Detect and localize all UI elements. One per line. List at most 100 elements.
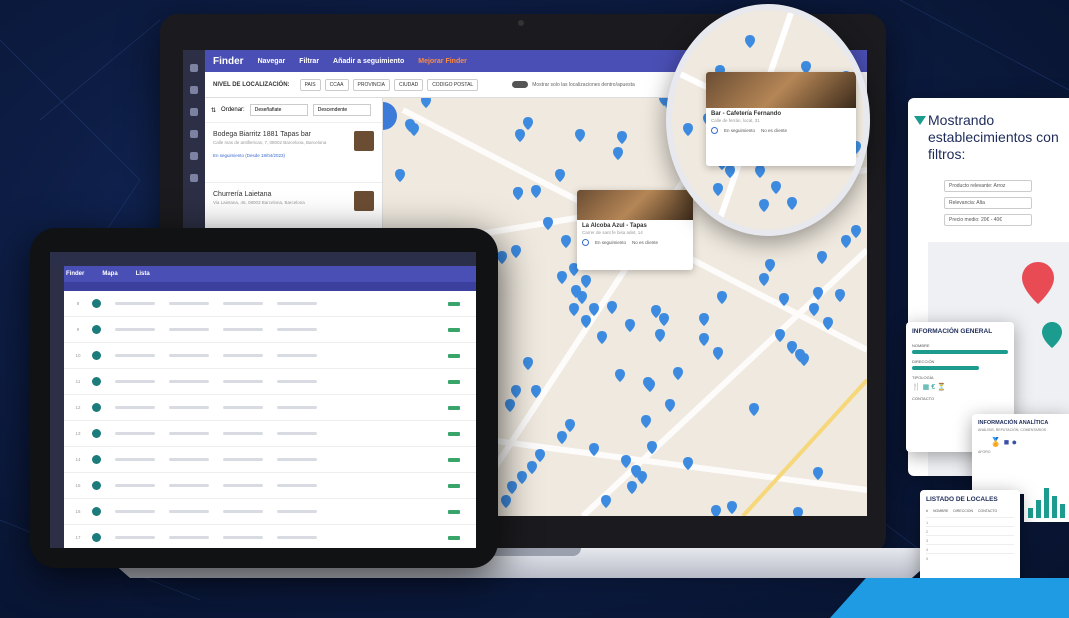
table-row[interactable]: 16 bbox=[64, 499, 476, 525]
tab-mapa[interactable]: Mapa bbox=[102, 271, 117, 277]
map-pin-icon[interactable] bbox=[615, 369, 625, 382]
map-pin-icon[interactable] bbox=[597, 331, 607, 344]
place-popup[interactable]: Bar - Cafetería Fernando Calle de ferrán… bbox=[706, 72, 856, 166]
popup-footer: En seguimiento No es cliente bbox=[706, 124, 856, 137]
tablet-topbar bbox=[50, 252, 476, 266]
nav-mejorar[interactable]: Mejorar Finder bbox=[418, 58, 467, 65]
map-pin-icon[interactable] bbox=[665, 399, 675, 412]
map-pin-icon[interactable] bbox=[655, 329, 665, 342]
level-provincia[interactable]: PROVINCIA bbox=[352, 78, 391, 91]
level-ciudad[interactable]: CIUDAD bbox=[394, 78, 424, 91]
map-pin-icon[interactable] bbox=[531, 185, 541, 198]
map-pin-icon[interactable] bbox=[641, 415, 651, 428]
map-pin-icon[interactable] bbox=[581, 275, 591, 288]
map-pin-icon[interactable] bbox=[501, 495, 511, 508]
table-row[interactable]: 15 bbox=[64, 473, 476, 499]
map-pin-icon[interactable] bbox=[543, 217, 553, 230]
map-pin-icon[interactable] bbox=[575, 129, 585, 142]
map-pin-icon[interactable] bbox=[759, 273, 769, 286]
map-pin-icon[interactable] bbox=[765, 259, 775, 272]
filter-select[interactable]: Precio medio: 20€ - 40€ bbox=[944, 214, 1032, 226]
map-pin-icon[interactable] bbox=[511, 385, 521, 398]
map-pin-icon[interactable] bbox=[395, 169, 405, 182]
map-pin-icon[interactable] bbox=[787, 197, 797, 210]
map-pin-icon[interactable] bbox=[745, 35, 755, 48]
order-dir-select[interactable]: Descendente bbox=[312, 104, 371, 116]
map-pin-icon[interactable] bbox=[523, 357, 533, 370]
map-pin-icon[interactable] bbox=[817, 251, 827, 264]
map-pin-icon[interactable] bbox=[711, 505, 721, 516]
list-item[interactable]: Bodega Biarritz 1881 Tapas bar Calle mas… bbox=[205, 123, 382, 183]
popup-client[interactable]: No es cliente bbox=[632, 240, 658, 245]
map-pin-icon[interactable] bbox=[515, 129, 525, 142]
map-pin-icon[interactable] bbox=[511, 245, 521, 258]
map-pin-icon[interactable] bbox=[813, 467, 823, 480]
nav-filtrar[interactable]: Filtrar bbox=[299, 58, 319, 65]
map-pin-icon[interactable] bbox=[617, 131, 627, 144]
map-pin-icon[interactable] bbox=[527, 461, 537, 474]
map-pin-icon[interactable] bbox=[749, 403, 759, 416]
map-pin-icon[interactable] bbox=[409, 123, 419, 136]
map-pin-icon[interactable] bbox=[621, 455, 631, 468]
order-by-select[interactable]: Deseñafiate bbox=[249, 104, 308, 116]
map-pin-icon[interactable] bbox=[835, 289, 845, 302]
map-pin-icon[interactable] bbox=[673, 367, 683, 380]
map-pin-icon[interactable] bbox=[535, 449, 545, 462]
map-pin-icon[interactable] bbox=[607, 301, 617, 314]
level-ccaa[interactable]: CCAA bbox=[324, 78, 349, 91]
map-toggle[interactable] bbox=[512, 81, 529, 88]
map-pin-icon[interactable] bbox=[569, 303, 579, 316]
table-row[interactable]: 11 bbox=[64, 369, 476, 395]
tab-lista[interactable]: Lista bbox=[136, 271, 150, 277]
filter-select[interactable]: Producto relevante: Arroz bbox=[944, 180, 1032, 192]
nav-seguimiento[interactable]: Añadir a seguimiento bbox=[333, 58, 404, 65]
map-pin-icon[interactable] bbox=[505, 399, 515, 412]
info-analitica-title: INFORMACIÓN ANALÍTICA bbox=[978, 420, 1049, 426]
table-row[interactable]: 8 bbox=[64, 291, 476, 317]
table-row[interactable]: 10 bbox=[64, 343, 476, 369]
map-pin-icon[interactable] bbox=[561, 235, 571, 248]
map-pin-icon[interactable] bbox=[557, 271, 567, 284]
map-pin-icon[interactable] bbox=[771, 181, 781, 194]
map-pin-icon[interactable] bbox=[683, 123, 693, 136]
table-row[interactable]: 13 bbox=[64, 421, 476, 447]
table-row[interactable]: 12 bbox=[64, 395, 476, 421]
table-row[interactable]: 17 bbox=[64, 525, 476, 548]
map-pin-icon[interactable] bbox=[555, 169, 565, 182]
map-pin-icon[interactable] bbox=[517, 471, 527, 484]
map-pin-icon[interactable] bbox=[759, 199, 769, 212]
popup-client[interactable]: No es cliente bbox=[761, 128, 787, 133]
map-pin-icon[interactable] bbox=[507, 481, 517, 494]
filter-select[interactable]: Relevancia: Alta bbox=[944, 197, 1032, 209]
map-pin-icon[interactable] bbox=[637, 471, 647, 484]
map-pin-icon[interactable] bbox=[513, 187, 523, 200]
map-pin-icon[interactable] bbox=[809, 303, 819, 316]
map-pin-icon[interactable] bbox=[523, 117, 533, 130]
map-pin-icon[interactable] bbox=[577, 291, 587, 304]
level-pais[interactable]: PAIS bbox=[299, 78, 321, 91]
map-pin-icon[interactable] bbox=[497, 251, 507, 264]
map-pin-icon[interactable] bbox=[625, 319, 635, 332]
map-pin-icon[interactable] bbox=[713, 347, 723, 360]
map-pin-icon[interactable] bbox=[565, 419, 575, 432]
map-pin-icon[interactable] bbox=[699, 333, 709, 346]
map-pin-icon[interactable] bbox=[793, 507, 803, 516]
map-pin-icon[interactable] bbox=[775, 329, 785, 342]
level-codigo-postal[interactable]: CODIGO POSTAL bbox=[427, 78, 479, 91]
map-pin-icon[interactable] bbox=[699, 313, 709, 326]
map-pin-icon[interactable] bbox=[659, 313, 669, 326]
map-pin-icon[interactable] bbox=[613, 147, 623, 160]
map-pin-icon[interactable] bbox=[755, 165, 765, 178]
map-pin-icon[interactable] bbox=[601, 495, 611, 508]
map-pin-icon[interactable] bbox=[557, 431, 567, 444]
map-pin-icon[interactable] bbox=[717, 291, 727, 304]
map-pin-icon[interactable] bbox=[727, 501, 737, 514]
nav-navegar[interactable]: Navegar bbox=[258, 58, 286, 65]
map-pin-icon[interactable] bbox=[713, 183, 723, 196]
location-level-label: NIVEL DE LOCALIZACIÓN: bbox=[213, 81, 290, 88]
map-pin-icon[interactable] bbox=[855, 55, 865, 68]
table-row[interactable]: 14 bbox=[64, 447, 476, 473]
table-row[interactable]: 9 bbox=[64, 317, 476, 343]
map-pin-icon[interactable] bbox=[627, 481, 637, 494]
map-pin-icon[interactable] bbox=[841, 235, 851, 248]
